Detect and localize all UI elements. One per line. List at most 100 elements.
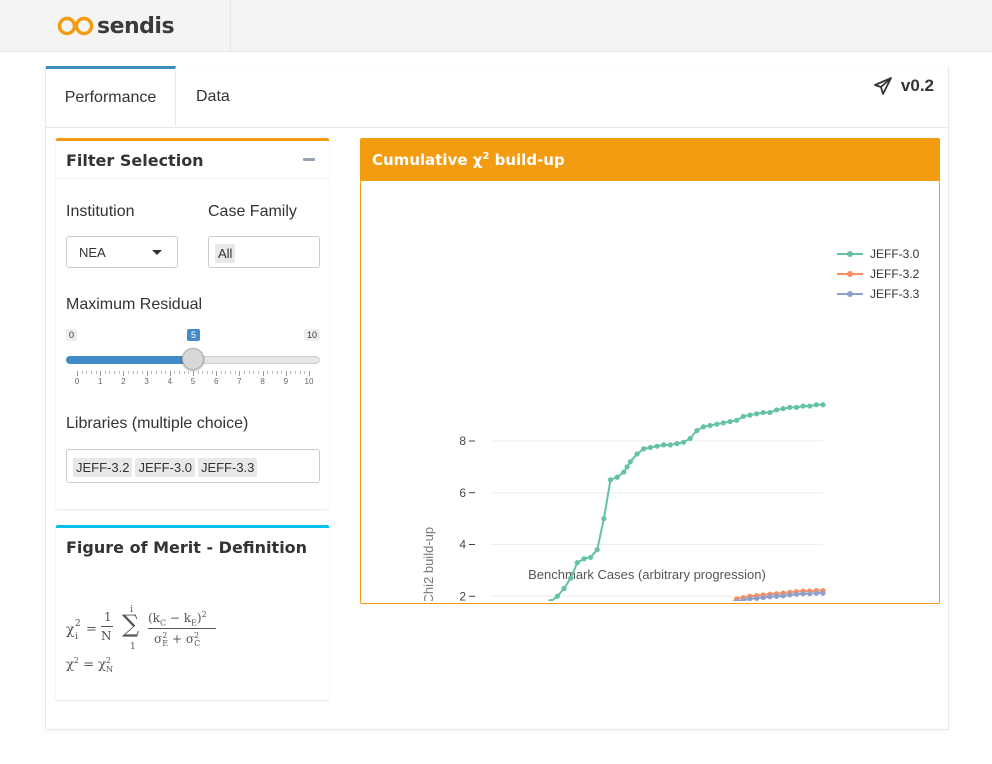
data-point xyxy=(747,412,753,418)
library-chip[interactable]: JEFF-3.3 xyxy=(197,458,258,477)
fom-line2: χ2 = χ2N xyxy=(66,656,114,674)
chart-svg[interactable]: 02468Benchmark Cases (arbitrary progress… xyxy=(361,181,939,601)
data-point xyxy=(773,593,780,599)
caret-down-icon xyxy=(152,250,162,255)
logo-rings-icon xyxy=(57,16,94,36)
legend-marker xyxy=(847,271,853,277)
data-point xyxy=(754,595,760,601)
data-point xyxy=(627,459,634,465)
collapse-minus-icon[interactable] xyxy=(303,158,315,161)
libraries-multiselect[interactable]: JEFF-3.2 JEFF-3.0 JEFF-3.3 xyxy=(66,449,320,483)
data-point xyxy=(760,409,766,416)
tab-performance[interactable]: Performance xyxy=(46,66,176,126)
chart-title: Cumulative χ2 build-up xyxy=(372,151,565,169)
data-point xyxy=(720,420,726,426)
data-point xyxy=(647,444,653,451)
navbar: sendis xyxy=(0,0,992,52)
slider-minor-tick xyxy=(165,371,167,374)
libraries-label: Libraries (multiple choice) xyxy=(66,415,249,432)
slider-minor-tick xyxy=(151,371,153,374)
data-point xyxy=(793,591,800,597)
slider-minor-tick xyxy=(95,371,97,374)
data-point xyxy=(554,593,560,599)
slider-minor-tick xyxy=(155,371,157,374)
legend-label: JEFF-3.0 xyxy=(870,247,920,261)
filter-selection-box: Filter Selection Institution Case Family… xyxy=(56,138,329,509)
slider-handle[interactable] xyxy=(182,348,204,370)
data-point xyxy=(561,585,567,592)
slider-minor-tick xyxy=(160,371,162,374)
exponent: 2 xyxy=(75,619,81,629)
data-point xyxy=(813,590,819,596)
slider-minor-tick xyxy=(248,371,250,374)
tab-data[interactable]: Data xyxy=(196,66,230,127)
slider-tick xyxy=(77,371,78,376)
slider-minor-tick xyxy=(290,371,292,374)
slider-minor-tick xyxy=(276,371,278,374)
fraction-numerator: 1 xyxy=(104,610,112,624)
slider-minor-tick xyxy=(132,371,134,374)
slider-minor-tick xyxy=(188,371,190,374)
data-point xyxy=(767,409,773,416)
data-point xyxy=(624,464,630,470)
slider-tick-label: 2 xyxy=(121,377,126,386)
y-tick-label: 8 xyxy=(459,434,466,448)
subscript: i xyxy=(75,632,78,642)
slider-tick xyxy=(309,371,310,376)
case-family-label: Case Family xyxy=(208,203,297,220)
slider-tick-label: 8 xyxy=(260,377,265,386)
data-point xyxy=(641,446,647,452)
data-point xyxy=(754,411,760,417)
slider-tick-label: 4 xyxy=(167,377,173,386)
fom-box-title: Figure of Merit - Definition xyxy=(66,538,308,557)
slider-minor-tick xyxy=(267,371,269,374)
data-point xyxy=(787,592,793,598)
data-point xyxy=(767,594,773,600)
slider-tick xyxy=(100,371,102,376)
fraction-bar xyxy=(101,626,113,627)
chart-box: Cumulative χ2 build-up 02468Benchmark Ca… xyxy=(360,138,940,604)
data-point xyxy=(787,404,793,410)
data-point xyxy=(568,575,574,581)
slider-tick xyxy=(193,371,194,376)
residual-slider[interactable]: 0 10 5 0 1 2 3 4 5 6 7 8 9 10 xyxy=(66,329,320,389)
data-point xyxy=(700,424,707,430)
data-point xyxy=(820,590,826,596)
data-point xyxy=(773,407,780,413)
library-chip[interactable]: JEFF-3.0 xyxy=(135,458,195,477)
institution-select[interactable]: NEA xyxy=(66,236,178,268)
slider-tick xyxy=(239,371,241,376)
slider-minor-tick xyxy=(90,371,92,374)
data-point xyxy=(654,443,660,449)
x-axis-title: Benchmark Cases (arbitrary progression) xyxy=(528,567,766,582)
data-point xyxy=(740,413,746,420)
slider-tick xyxy=(285,371,287,376)
slider-minor-tick xyxy=(295,371,297,374)
paper-plane-icon xyxy=(874,77,892,95)
slider-fill xyxy=(66,356,193,364)
data-point xyxy=(807,403,813,409)
library-chip[interactable]: JEFF-3.2 xyxy=(73,458,133,477)
data-point xyxy=(674,440,680,447)
case-family-select[interactable]: All xyxy=(208,236,320,268)
brand-name: sendis xyxy=(97,13,175,39)
fom-fraction-bar xyxy=(148,628,216,629)
data-point xyxy=(727,418,733,425)
data-point xyxy=(714,421,720,427)
y-axis-title: Chi2 build-up xyxy=(421,527,436,601)
data-point xyxy=(634,451,640,457)
y-tick-label: 6 xyxy=(459,486,466,500)
y-tick-label: 2 xyxy=(459,589,466,601)
data-point xyxy=(588,554,594,561)
filter-box-title: Filter Selection xyxy=(66,151,204,170)
box-header-divider xyxy=(56,178,329,179)
data-point xyxy=(793,404,800,410)
data-point xyxy=(807,591,813,597)
slider-minor-tick xyxy=(211,371,213,374)
data-point xyxy=(607,477,614,483)
brand-logo[interactable]: sendis xyxy=(57,12,175,40)
chart-header: Cumulative χ2 build-up xyxy=(361,139,939,181)
version-label: v0.2 xyxy=(900,76,934,95)
slider-minor-tick xyxy=(257,371,259,374)
slider-minor-tick xyxy=(183,371,185,374)
